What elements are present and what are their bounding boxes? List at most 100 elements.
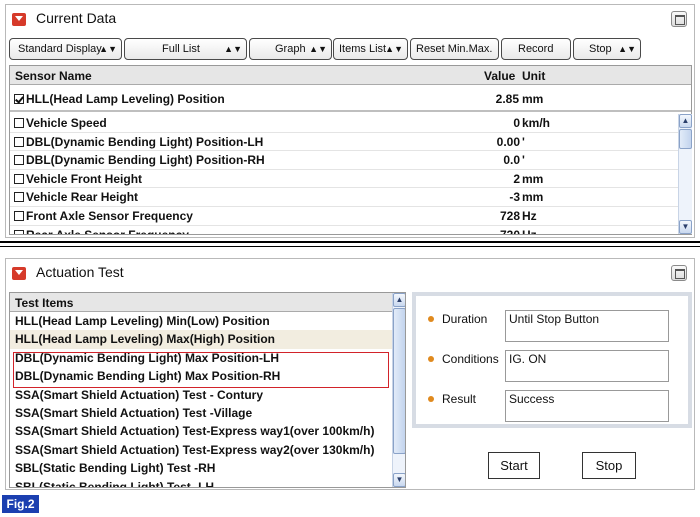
result-value: Success (505, 390, 669, 422)
sensor-value: 0.00 (496, 134, 520, 149)
stop-select[interactable]: Stop ▲▼ (573, 38, 641, 60)
sensor-name: HLL(Head Lamp Leveling) Position (26, 92, 225, 106)
sensor-table-header: Sensor Name Value Unit (10, 66, 691, 85)
actuation-test-title: Actuation Test (36, 264, 124, 280)
checkbox-icon[interactable] (14, 192, 24, 203)
sensor-row[interactable]: Rear Axle Sensor Frequency 730Hz (10, 226, 678, 234)
record-button[interactable]: Record (501, 38, 571, 60)
checkbox-icon[interactable] (14, 229, 24, 234)
sensor-unit: ' (522, 134, 525, 149)
checkbox-icon[interactable] (14, 210, 24, 221)
sensor-row[interactable]: Vehicle Front Height 2 mm (10, 170, 678, 189)
test-items-header: Test Items (10, 293, 405, 312)
section-divider (0, 241, 700, 243)
scroll-up-icon[interactable]: ▲ (679, 114, 692, 128)
bullet-icon (428, 356, 434, 362)
section-divider-thin (0, 246, 700, 247)
items-list-select[interactable]: Items List ▲▼ (333, 38, 408, 60)
test-item[interactable]: HLL(Head Lamp Leveling) Min(Low) Positio… (10, 312, 393, 330)
sensor-unit: mm (522, 190, 544, 205)
current-data-title: Current Data (36, 10, 117, 26)
sensor-name: Vehicle Speed (26, 116, 107, 130)
result-label: Result (442, 392, 477, 406)
conditions-label: Conditions (442, 352, 499, 366)
pinned-sensor-row[interactable]: HLL(Head Lamp Leveling) Position 2.85 mm (10, 86, 691, 112)
stop-button[interactable]: Stop (582, 452, 636, 479)
test-item[interactable]: SSA(Smart Shield Actuation) Test-Express… (10, 441, 393, 459)
sensor-unit: Hz (522, 228, 537, 234)
sensor-row[interactable]: DBL(Dynamic Bending Light) Position-LH 0.… (10, 133, 678, 152)
checkbox-icon[interactable] (14, 118, 24, 128)
updown-arrow-icon: ▲▼ (224, 44, 242, 54)
updown-arrow-icon: ▲▼ (385, 44, 403, 54)
checkbox-icon[interactable] (14, 173, 24, 184)
updown-arrow-icon: ▲▼ (99, 44, 117, 54)
test-items-list: Test Items HLL(Head Lamp Leveling) Min(L… (9, 292, 406, 488)
sensor-name: DBL(Dynamic Bending Light) Position-LH (26, 134, 264, 149)
sensor-row[interactable]: DBL(Dynamic Bending Light) Position-RH 0.… (10, 151, 678, 170)
test-items-rows[interactable]: HLL(Head Lamp Leveling) Min(Low) Positio… (10, 312, 405, 487)
sensor-value: 0 (513, 116, 520, 130)
test-item[interactable]: SBL(Static Bending Light) Test -LH (10, 478, 393, 487)
updown-arrow-icon: ▲▼ (309, 44, 327, 54)
sensor-list[interactable]: Vehicle Speed 0 km/h DBL(Dynamic Bending Li… (10, 114, 678, 234)
test-item[interactable]: SBL(Static Bending Light) Test -RH (10, 459, 393, 477)
highlight-annotation-box (13, 352, 389, 388)
duration-label: Duration (442, 312, 488, 326)
checked-checkbox-icon[interactable] (14, 94, 24, 104)
sensor-name: DBL(Dynamic Bending Light) Position-RH (26, 153, 265, 168)
full-list-select[interactable]: Full List ▲▼ (124, 38, 247, 60)
test-list-scrollbar[interactable]: ▲ ▼ (392, 293, 405, 487)
reset-min-max-button[interactable]: Reset Min.Max. (410, 38, 499, 60)
maximize-icon[interactable] (671, 11, 687, 27)
sensor-value: 0.0 (503, 153, 520, 168)
unit-column-header: Unit (522, 69, 546, 83)
sensor-row[interactable]: Front Axle Sensor Frequency 728 Hz (10, 207, 678, 226)
checkbox-icon[interactable] (14, 155, 24, 166)
duration-value: Until Stop Button (505, 310, 669, 342)
sensor-row[interactable]: Vehicle Rear Height -3 mm (10, 188, 678, 207)
sensor-table: Sensor Name Value Unit HLL(Head Lamp Lev… (9, 65, 692, 235)
bullet-icon (428, 396, 434, 402)
collapse-icon[interactable] (12, 13, 26, 26)
scroll-down-icon[interactable]: ▼ (393, 473, 405, 487)
scroll-up-icon[interactable]: ▲ (393, 293, 405, 307)
sensor-value: 728 (499, 208, 520, 223)
sensor-unit: mm (522, 92, 544, 106)
sensor-row[interactable]: Vehicle Speed 0 km/h (10, 114, 678, 133)
collapse-icon[interactable] (12, 267, 26, 280)
value-column-header: Value (484, 69, 516, 83)
sensor-value: 2 (513, 171, 520, 186)
test-item[interactable]: SSA(Smart Shield Actuation) Test -Villag… (10, 404, 393, 422)
sensor-unit: Hz (522, 208, 537, 223)
sensor-list-scrollbar[interactable]: ▲ ▼ (678, 114, 692, 234)
sensor-value: 730 (500, 228, 520, 234)
test-item[interactable]: SSA(Smart Shield Actuation) Test-Express… (10, 422, 393, 440)
sensor-name: Front Axle Sensor Frequency (26, 208, 193, 223)
test-item[interactable]: SSA(Smart Shield Actuation) Test - Contu… (10, 386, 393, 404)
sensor-name: Rear Axle Sensor Frequency (26, 228, 189, 234)
scroll-down-icon[interactable]: ▼ (679, 220, 692, 234)
bullet-icon (428, 316, 434, 322)
sensor-name-column-header: Sensor Name (15, 69, 92, 83)
scroll-thumb[interactable] (679, 129, 692, 149)
current-data-header: Current Data (6, 5, 694, 33)
test-detail-panel: Duration Until Stop Button Conditions IG… (412, 292, 692, 428)
sensor-unit: mm (522, 171, 544, 186)
maximize-icon[interactable] (671, 265, 687, 281)
start-button[interactable]: Start (488, 452, 540, 479)
sensor-value: 2.85 (495, 92, 519, 106)
sensor-value: -3 (509, 190, 520, 205)
scroll-thumb[interactable] (393, 308, 405, 454)
current-data-panel: Current Data Standard Display ▲▼ Full Li… (5, 4, 695, 238)
standard-display-select[interactable]: Standard Display ▲▼ (9, 38, 122, 60)
checkbox-icon[interactable] (14, 136, 24, 147)
sensor-name: Vehicle Rear Height (26, 190, 139, 205)
conditions-value: IG. ON (505, 350, 669, 382)
actuation-test-header: Actuation Test (6, 259, 694, 287)
figure-label: Fig.2 (2, 495, 39, 513)
actuation-test-panel: Actuation Test Test Items HLL(Head Lamp … (5, 258, 695, 490)
test-item[interactable]: HLL(Head Lamp Leveling) Max(High) Positi… (10, 330, 393, 349)
graph-select[interactable]: Graph ▲▼ (249, 38, 332, 60)
sensor-name: Vehicle Front Height (26, 171, 143, 186)
